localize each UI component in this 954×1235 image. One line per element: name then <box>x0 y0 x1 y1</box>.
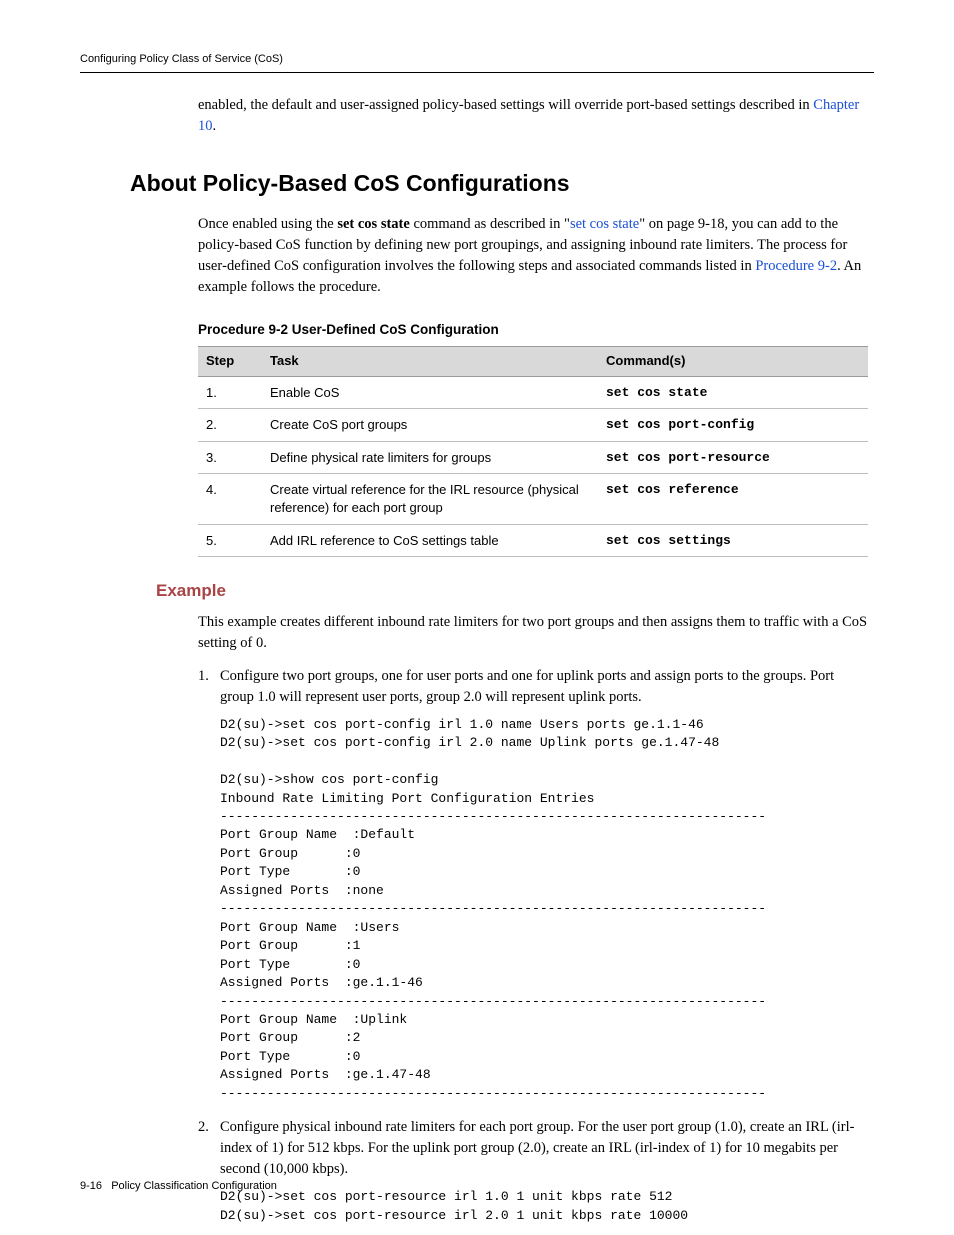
command-cell: set cos port-resource <box>598 441 868 474</box>
table-row: 4. Create virtual reference for the IRL … <box>198 474 868 524</box>
section-heading: About Policy-Based CoS Configurations <box>130 167 874 200</box>
step-2-code: D2(su)->set cos port-resource irl 1.0 1 … <box>220 1188 868 1225</box>
task-cell: Create CoS port groups <box>262 409 598 442</box>
command-cell: set cos settings <box>598 524 868 557</box>
col-task: Task <box>262 346 598 376</box>
task-cell: Add IRL reference to CoS settings table <box>262 524 598 557</box>
step-cell: 1. <box>198 376 262 409</box>
task-cell: Create virtual reference for the IRL res… <box>262 474 598 524</box>
procedure-9-2-link[interactable]: Procedure 9‐2 <box>755 258 837 274</box>
example-heading: Example <box>156 579 874 604</box>
task-cell: Define physical rate limiters for groups <box>262 441 598 474</box>
procedure-table: Step Task Command(s) 1. Enable CoS set c… <box>198 346 868 557</box>
running-header: Configuring Policy Class of Service (CoS… <box>80 52 874 73</box>
intro-paragraph: enabled, the default and user‐assigned p… <box>198 95 868 137</box>
step-1-code: D2(su)->set cos port-config irl 1.0 name… <box>220 716 868 1104</box>
intro-text-post: . <box>213 118 217 134</box>
set-cos-state-link[interactable]: set cos state <box>570 216 639 232</box>
col-step: Step <box>198 346 262 376</box>
about-paragraph: Once enabled using the set cos state com… <box>198 214 868 298</box>
step-1-text: Configure two port groups, one for user … <box>220 668 834 705</box>
table-row: 5. Add IRL reference to CoS settings tab… <box>198 524 868 557</box>
page-footer: 9-16 Policy Classification Configuration <box>80 1179 277 1195</box>
list-item: Configure two port groups, one for user … <box>220 666 874 1104</box>
step-cell: 5. <box>198 524 262 557</box>
step-cell: 3. <box>198 441 262 474</box>
table-row: 3. Define physical rate limiters for gro… <box>198 441 868 474</box>
intro-text-pre: enabled, the default and user‐assigned p… <box>198 97 813 113</box>
about-text-1: Once enabled using the <box>198 216 337 232</box>
list-item: Configure physical inbound rate limiters… <box>220 1117 874 1225</box>
step-cell: 2. <box>198 409 262 442</box>
col-command: Command(s) <box>598 346 868 376</box>
step-2-text: Configure physical inbound rate limiters… <box>220 1119 854 1177</box>
command-cell: set cos reference <box>598 474 868 524</box>
page-number: 9-16 <box>80 1180 102 1192</box>
table-row: 2. Create CoS port groups set cos port-c… <box>198 409 868 442</box>
footer-title: Policy Classification Configuration <box>111 1180 277 1192</box>
procedure-title: Procedure 9-2 User-Defined CoS Configura… <box>198 320 868 340</box>
about-text-2: command as described in " <box>410 216 570 232</box>
task-cell: Enable CoS <box>262 376 598 409</box>
command-cell: set cos state <box>598 376 868 409</box>
table-row: 1. Enable CoS set cos state <box>198 376 868 409</box>
step-cell: 4. <box>198 474 262 524</box>
command-cell: set cos port-config <box>598 409 868 442</box>
example-steps: Configure two port groups, one for user … <box>80 666 874 1226</box>
example-intro: This example creates different inbound r… <box>198 612 868 654</box>
about-cmd-name: set cos state <box>337 216 409 232</box>
